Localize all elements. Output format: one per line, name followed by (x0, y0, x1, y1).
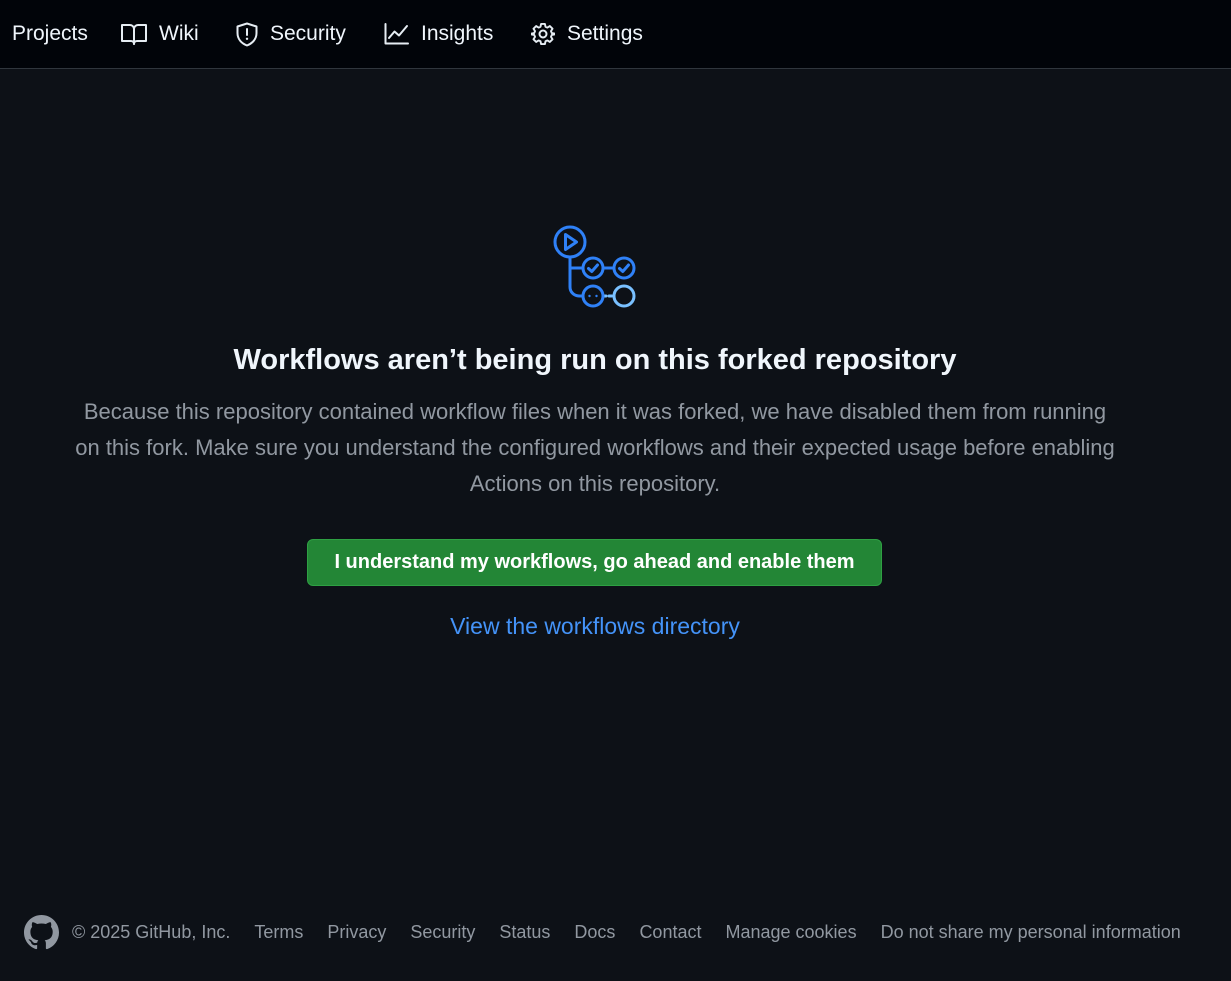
tab-insights[interactable]: Insights (384, 0, 493, 68)
tab-settings-label: Settings (567, 22, 643, 45)
fork-disabled-description: Because this repository contained workfl… (75, 399, 1115, 496)
tab-projects-label: Projects (12, 22, 88, 45)
tab-security-label: Security (270, 22, 346, 45)
repo-nav: Projects Wiki Security Insights Settings (0, 0, 1231, 69)
footer-link-manage-cookies[interactable]: Manage cookies (725, 922, 856, 943)
view-workflows-directory-link[interactable]: View the workflows directory (0, 613, 1190, 640)
tab-security[interactable]: Security (236, 0, 346, 68)
tab-wiki-label: Wiki (159, 22, 199, 45)
footer-link-status[interactable]: Status (499, 922, 550, 943)
footer-link-docs[interactable]: Docs (574, 922, 615, 943)
footer-copyright: © 2025 GitHub, Inc. (72, 921, 231, 942)
site-footer: © 2025 GitHub, Inc. Terms Privacy Securi… (24, 912, 1181, 952)
footer-link-terms[interactable]: Terms (254, 922, 303, 943)
shield-icon (236, 22, 258, 47)
page-title: Workflows aren’t being run on this forke… (233, 344, 957, 376)
footer-link-security[interactable]: Security (410, 922, 475, 943)
tab-projects[interactable]: Projects (12, 0, 88, 68)
github-logo-icon[interactable] (24, 914, 59, 950)
footer-link-contact[interactable]: Contact (639, 922, 701, 943)
footer-link-privacy[interactable]: Privacy (327, 922, 386, 943)
tab-wiki[interactable]: Wiki (121, 0, 199, 68)
book-icon (121, 23, 147, 45)
enable-workflows-button[interactable]: I understand my workflows, go ahead and … (307, 539, 882, 586)
gear-icon (531, 22, 555, 46)
footer-links: Terms Privacy Security Status Docs Conta… (254, 922, 1180, 943)
graph-icon (384, 23, 409, 45)
footer-link-do-not-share[interactable]: Do not share my personal information (881, 922, 1181, 943)
tab-settings[interactable]: Settings (531, 0, 643, 68)
workflow-icon (550, 224, 642, 312)
tab-insights-label: Insights (421, 22, 494, 45)
